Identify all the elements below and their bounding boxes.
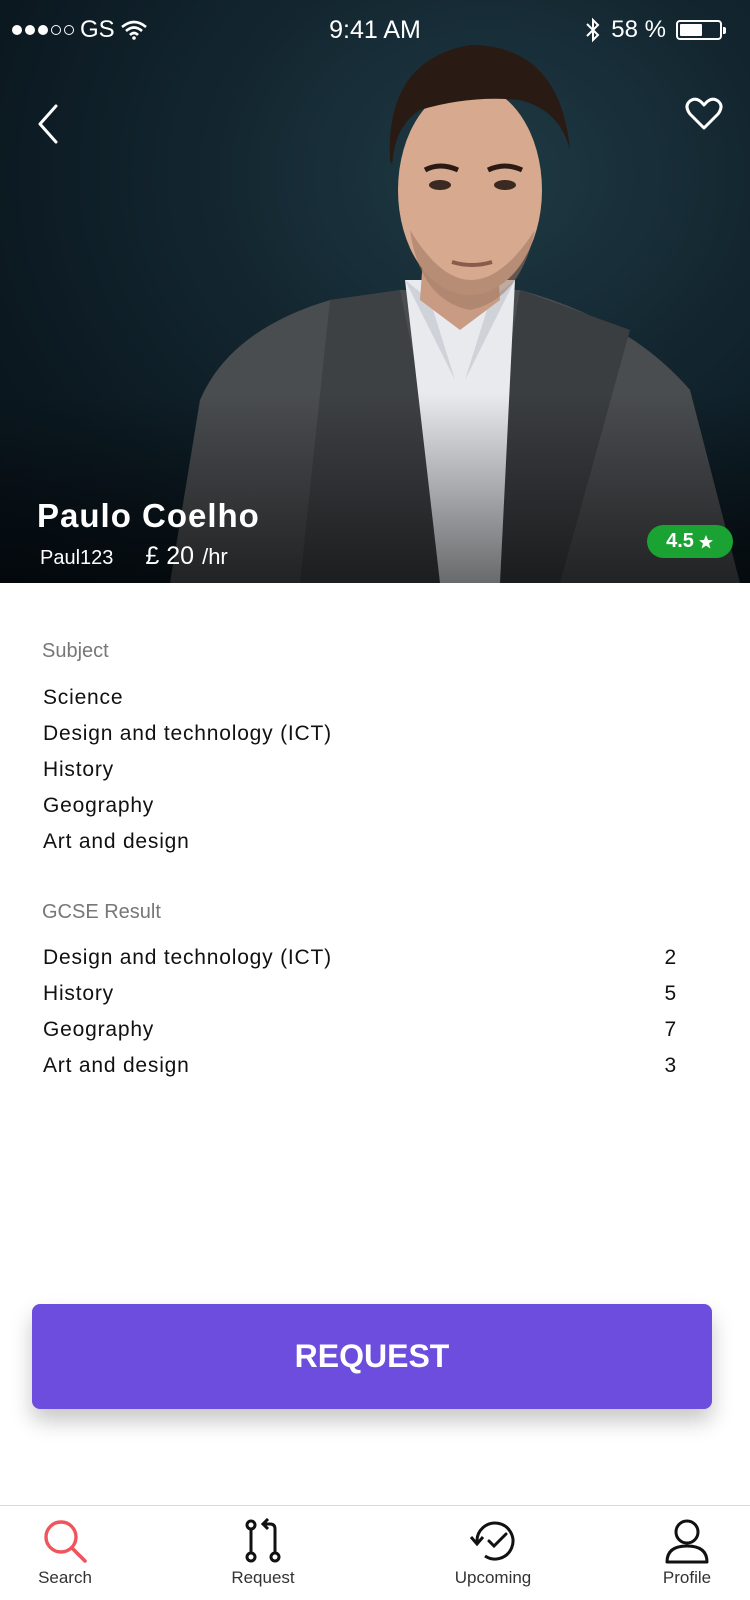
- subject-section-label: Subject: [42, 640, 109, 662]
- list-item: Art and design: [43, 824, 677, 860]
- gcse-section-label: GCSE Result: [42, 901, 161, 923]
- subject-name: History: [43, 758, 114, 781]
- tab-request[interactable]: Request: [198, 1506, 328, 1600]
- tab-upcoming[interactable]: Upcoming: [428, 1506, 558, 1600]
- favorite-button[interactable]: [684, 94, 724, 134]
- tab-label: Search: [38, 1568, 92, 1587]
- gcse-subject: Design and technology (ICT): [43, 946, 332, 969]
- gcse-grade: 3: [664, 1054, 677, 1077]
- list-item: Geography: [43, 788, 677, 824]
- gcse-subject: Geography: [43, 1018, 155, 1041]
- tutor-username: Paul123: [40, 547, 114, 569]
- list-item: History 5: [43, 976, 677, 1012]
- gcse-grade: 7: [664, 1018, 677, 1041]
- gcse-grade: 5: [664, 982, 677, 1005]
- tab-profile[interactable]: Profile: [622, 1506, 750, 1600]
- subject-name: Geography: [43, 794, 155, 817]
- status-bar: GS 9:41 AM 58 %: [0, 0, 750, 60]
- bluetooth-icon: [586, 17, 600, 43]
- upcoming-icon: [469, 1521, 515, 1561]
- bottom-tab-bar: Search Request Upcoming Profile: [0, 1505, 750, 1600]
- request-icon: [245, 1518, 281, 1563]
- tab-label: Profile: [662, 1568, 712, 1587]
- subject-name: Science: [43, 686, 124, 709]
- rating-badge: 4.5: [647, 525, 733, 558]
- profile-icon: [665, 1519, 709, 1564]
- list-item: History: [43, 752, 677, 788]
- chevron-left-icon: [38, 104, 58, 144]
- request-button[interactable]: REQUEST: [32, 1304, 712, 1409]
- tutor-price-unit: /hr: [202, 544, 228, 569]
- tutor-hero: GS 9:41 AM 58 % Paulo Coelho Paul123 £ 2…: [0, 0, 750, 583]
- gcse-result-list: Design and technology (ICT) 2 History 5 …: [43, 940, 677, 1084]
- list-item: Design and technology (ICT): [43, 716, 677, 752]
- status-right: 58 %: [585, 16, 726, 44]
- list-item: Science: [43, 680, 677, 716]
- subject-name: Art and design: [43, 830, 190, 853]
- list-item: Design and technology (ICT) 2: [43, 940, 677, 976]
- battery-percent: 58 %: [611, 16, 666, 43]
- battery-icon: [676, 20, 726, 40]
- star-icon: [698, 534, 713, 548]
- tab-search[interactable]: Search: [0, 1506, 130, 1600]
- tutor-name: Paulo Coelho: [37, 497, 260, 534]
- tab-label: Request: [231, 1568, 295, 1587]
- tutor-meta: Paul123 £ 20 /hr: [40, 542, 228, 571]
- list-item: Geography 7: [43, 1012, 677, 1048]
- gcse-subject: Art and design: [43, 1054, 190, 1077]
- rating-value: 4.5: [666, 530, 694, 552]
- back-button[interactable]: [28, 100, 68, 150]
- search-icon: [44, 1520, 87, 1563]
- heart-icon: [685, 97, 723, 130]
- list-item: Art and design 3: [43, 1048, 677, 1084]
- gcse-grade: 2: [664, 946, 677, 969]
- subject-list: Science Design and technology (ICT) Hist…: [43, 680, 677, 860]
- tutor-price: £ 20: [145, 542, 195, 570]
- tab-label: Upcoming: [454, 1568, 532, 1587]
- subject-name: Design and technology (ICT): [43, 722, 332, 745]
- gcse-subject: History: [43, 982, 114, 1005]
